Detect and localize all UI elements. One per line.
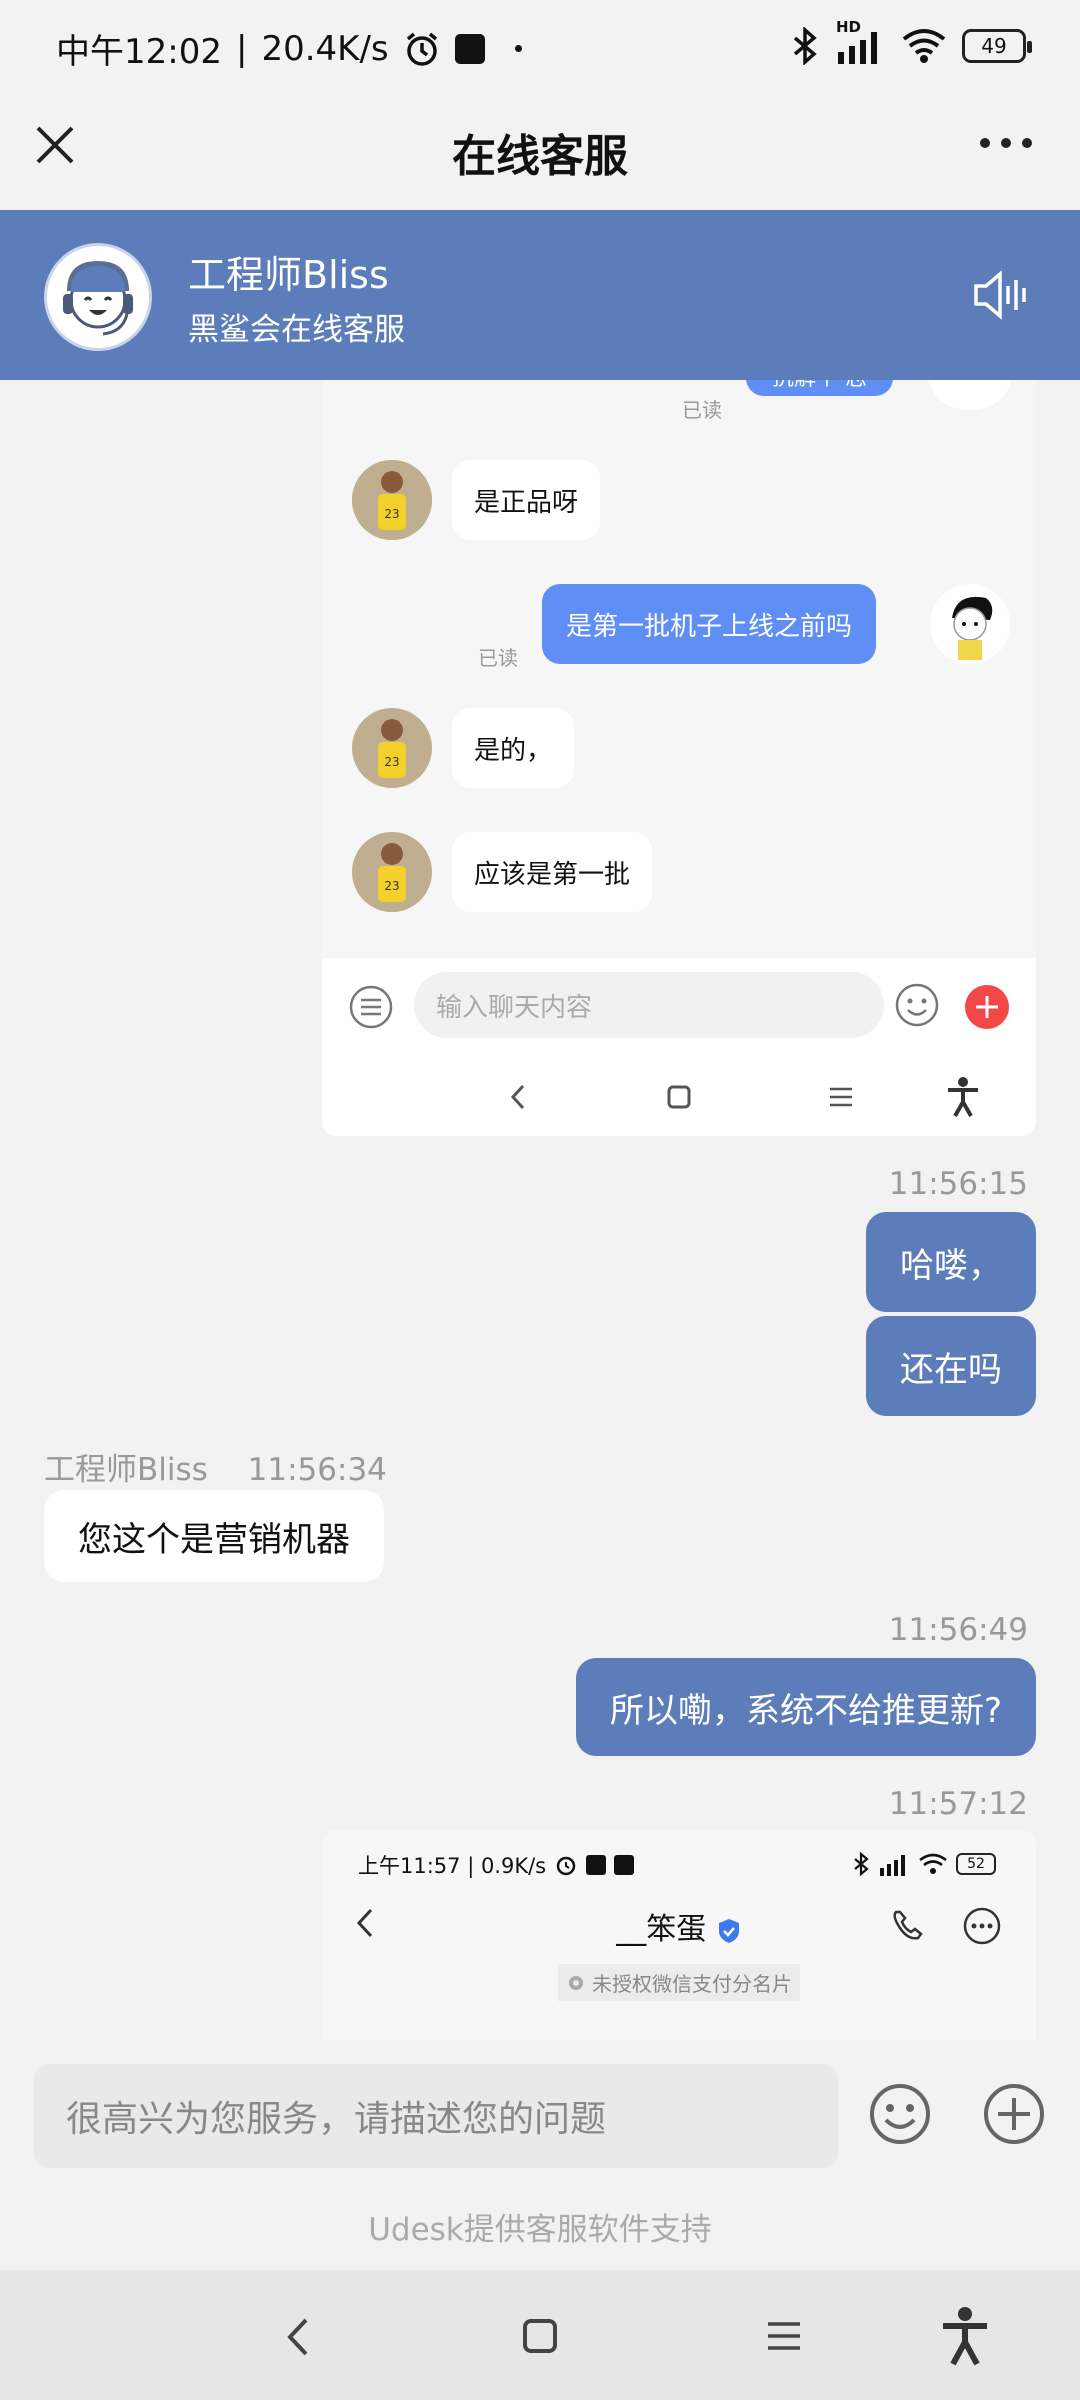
outgoing-message[interactable]: 还在吗 [866, 1316, 1036, 1416]
message-timestamp: 11:56:34 [247, 1452, 387, 1488]
image-message-1[interactable]: 抗解个 志 已读 23 是正品呀 是第一批机子上线之前吗 已读 23 是的， 2… [322, 380, 1036, 1136]
status-bar: 中午12:02 | 20.4K/s HD 49 [0, 0, 1080, 96]
inner-status-text: 上午11:57 | 0.9K/s [358, 1854, 547, 1878]
inner-user-avatar [930, 380, 1010, 410]
inner-bubble-out-partial: 抗解个 志 [746, 380, 893, 396]
battery-indicator: 49 [962, 29, 1032, 63]
gear-icon [569, 1975, 583, 1990]
agent-header: 工程师Bliss 黑鲨会在线客服 [0, 210, 1080, 380]
message-timestamp: 11:56:15 [888, 1166, 1028, 1202]
inner-input: 输入聊天内容 [414, 972, 884, 1038]
title-bar: 在线客服 [0, 96, 1080, 210]
inner-read-label: 已读 [478, 646, 518, 670]
inner-more-icon [963, 1907, 1001, 1945]
inner-bubble-in: 应该是第一批 [452, 832, 653, 912]
agent-avatar-image [47, 246, 149, 348]
speaker-icon[interactable] [972, 270, 1026, 320]
more-notifications-dot [514, 45, 522, 52]
cell-signal-icon: HD [836, 18, 886, 66]
inner-avatar-agent: 23 [352, 832, 432, 912]
inner-emoji-icon [895, 983, 939, 1027]
svg-text:23: 23 [384, 879, 399, 893]
notification-icon [454, 33, 485, 64]
system-navbar [0, 2270, 1080, 2400]
inner-notification-icon [614, 1855, 635, 1875]
inner-navbar [322, 1058, 1036, 1136]
inner-notification-icon [586, 1855, 607, 1875]
inner-contact-name: __笨蛋 [616, 1912, 707, 1947]
message-input[interactable]: 很高兴为您服务，请描述您的问题 [34, 2064, 838, 2168]
status-time: 中午12:02 [56, 32, 222, 72]
inner-read-label: 已读 [682, 398, 722, 422]
emoji-icon[interactable] [868, 2082, 932, 2146]
home-icon[interactable] [522, 2318, 558, 2354]
inner-menu-icon [349, 985, 393, 1029]
outgoing-message[interactable]: 所以嘞，系统不给推更新? [575, 1658, 1036, 1756]
inner-avatar-agent: 23 [352, 460, 432, 540]
accessibility-icon[interactable] [940, 2306, 990, 2366]
inner-bluetooth-icon [854, 1852, 869, 1876]
bluetooth-icon [793, 27, 817, 65]
status-speed: 20.4K/s [261, 28, 389, 69]
inner-accessibility-icon [948, 1077, 978, 1117]
inner-add-icon [965, 985, 1009, 1029]
status-left: 中午12:02 | 20.4K/s [56, 24, 522, 73]
inner-composer: 输入聊天内容 [322, 958, 1036, 1058]
wifi-icon [902, 29, 946, 63]
image-message-2[interactable]: 上午11:57 | 0.9K/s 52 __笨蛋 未授权微信支付分名片 [322, 1830, 1036, 2040]
inner-back-icon [510, 1084, 525, 1110]
inner-status-right: 52 [852, 1852, 996, 1876]
inner-alarm-icon [556, 1856, 576, 1876]
inner-home-icon [667, 1085, 691, 1109]
inner-contact-title: __笨蛋 [322, 1904, 1036, 1948]
status-right: HD 49 [790, 18, 1032, 66]
outgoing-message[interactable]: 哈喽， [866, 1212, 1036, 1312]
inner-recents-icon [830, 1087, 852, 1107]
agent-label-name: 工程师Bliss [44, 1452, 208, 1488]
inner-call-icon [893, 1910, 923, 1940]
inner-bubble-in: 是正品呀 [452, 460, 601, 540]
agent-name: 工程师Bliss [188, 253, 389, 297]
inner-wifi-icon [919, 1853, 947, 1874]
agent-message-label: 工程师Bliss 11:56:34 [44, 1444, 387, 1489]
inner-signal-icon [880, 1855, 905, 1876]
svg-text:23: 23 [384, 507, 399, 521]
page-title: 在线客服 [452, 131, 628, 182]
alarm-icon [406, 32, 437, 66]
recents-icon[interactable] [766, 2320, 802, 2352]
inner-status: 上午11:57 | 0.9K/s [358, 1850, 635, 1880]
support-footer: Udesk提供客服软件支持 [0, 2190, 1080, 2270]
agent-avatar [44, 243, 152, 351]
inner-user-avatar [930, 584, 1010, 664]
verified-badge-icon [718, 1918, 739, 1943]
inner-bubble-out: 是第一批机子上线之前吗 [542, 584, 877, 664]
add-icon[interactable] [982, 2082, 1046, 2146]
inner-avatar-agent: 23 [352, 708, 432, 788]
inner-notice: 未授权微信支付分名片 [322, 1964, 1036, 2001]
inner-bubble-in: 是的， [452, 708, 575, 788]
back-icon[interactable] [284, 2316, 312, 2358]
inner-battery: 52 [956, 1853, 996, 1875]
more-icon[interactable] [978, 136, 1034, 150]
inner-notice-text: 未授权微信支付分名片 [592, 1972, 792, 1996]
message-timestamp: 11:56:49 [888, 1612, 1028, 1648]
message-timestamp: 11:57:12 [888, 1786, 1028, 1822]
agent-subtitle: 黑鲨会在线客服 [188, 312, 405, 348]
incoming-message[interactable]: 您这个是营销机器 [44, 1490, 384, 1582]
svg-text:23: 23 [384, 755, 399, 769]
